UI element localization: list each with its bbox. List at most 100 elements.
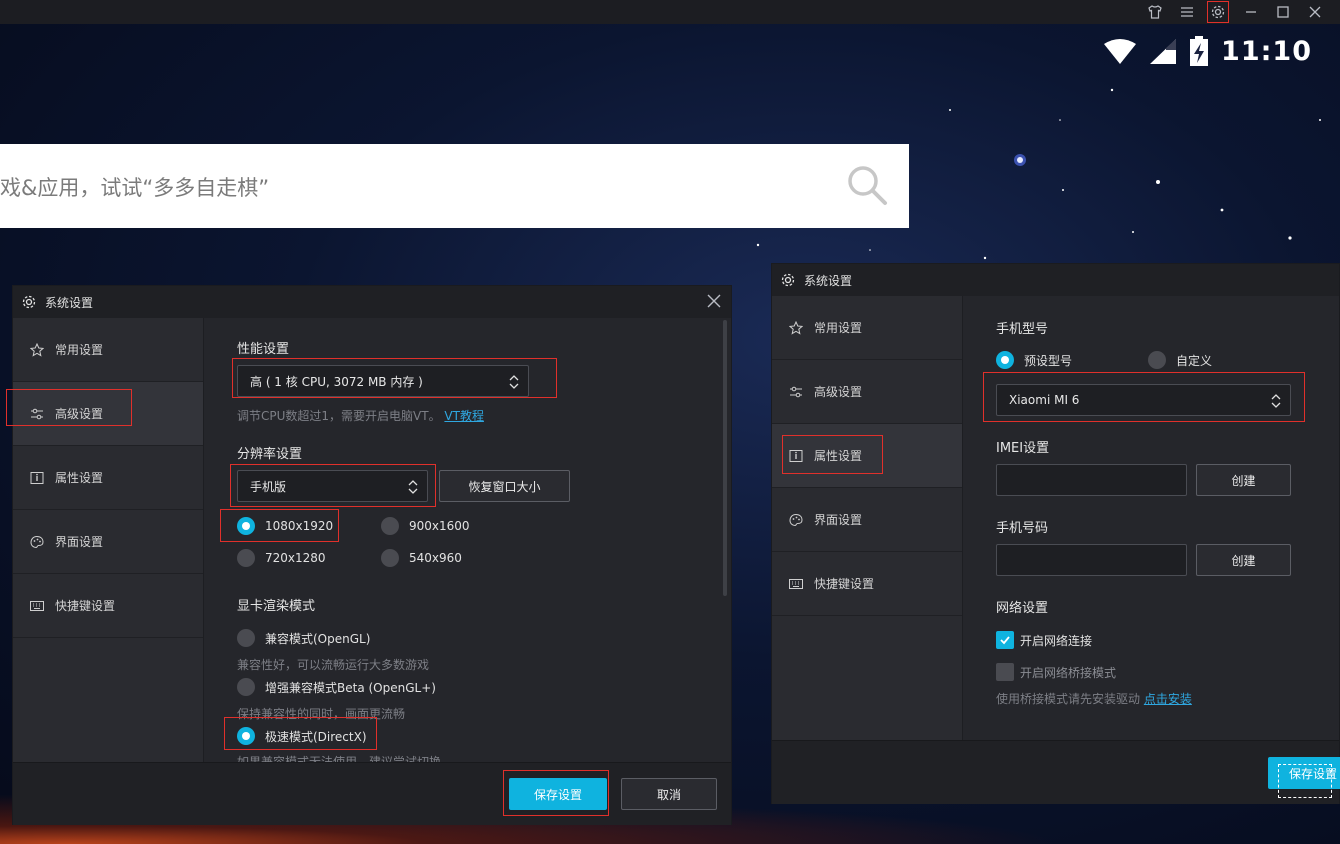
checkbox-box — [996, 663, 1014, 681]
radio-540x960[interactable]: 540x960 — [381, 549, 462, 567]
network-section-title: 网络设置 — [996, 601, 1049, 616]
checkbox-label: 开启网络连接 — [1020, 633, 1093, 648]
enable-network-checkbox[interactable]: 开启网络连接 — [996, 631, 1092, 649]
dialog-title: 系统设置 — [45, 295, 94, 310]
star-icon — [29, 342, 45, 358]
imei-input[interactable] — [996, 464, 1187, 496]
render-section-title: 显卡渲染模式 — [237, 599, 316, 614]
search-bar[interactable]: 戏&应用，试试“多多自走棋” — [0, 144, 909, 228]
sidebar-item-interface[interactable]: 界面设置 — [13, 510, 203, 574]
search-icon[interactable] — [846, 164, 888, 206]
emulator-title-bar — [0, 0, 1340, 24]
chevron-updown-icon — [509, 375, 519, 389]
radio-dot — [237, 517, 255, 535]
resolution-section-title: 分辨率设置 — [237, 447, 303, 462]
palette-icon — [29, 534, 45, 550]
radio-preset-model[interactable]: 预设型号 — [996, 351, 1072, 369]
sidebar-item-label: 高级设置 — [814, 385, 863, 399]
sidebar-item-shortcuts[interactable]: 快捷键设置 — [772, 552, 962, 616]
radio-opengl-plus[interactable]: 增强兼容模式Beta (OpenGL+) — [237, 678, 436, 696]
status-time: 11:10 — [1221, 35, 1312, 67]
phone-model-value: Xiaomi MI 6 — [1009, 393, 1080, 407]
chevron-updown-icon — [1271, 394, 1281, 408]
settings-sidebar: 常用设置 高级设置 属性设置 界面设置 快捷键设置 — [772, 296, 963, 740]
sidebar-item-label: 属性设置 — [55, 471, 104, 485]
sidebar-item-shortcuts[interactable]: 快捷键设置 — [13, 574, 203, 638]
perf-select[interactable]: 高 ( 1 核 CPU, 3072 MB 内存 ) — [237, 365, 529, 397]
install-driver-link[interactable]: 点击安装 — [1144, 692, 1192, 706]
sidebar-item-interface[interactable]: 界面设置 — [772, 488, 962, 552]
resolution-select-value: 手机版 — [250, 479, 287, 494]
radio-label: 540x960 — [409, 551, 462, 565]
sidebar-item-general[interactable]: 常用设置 — [772, 296, 962, 360]
radio-dot — [1148, 351, 1166, 369]
radio-1080x1920[interactable]: 1080x1920 — [237, 517, 333, 535]
sidebar-item-label: 属性设置 — [814, 449, 863, 463]
radio-label: 预设型号 — [1024, 353, 1073, 368]
radio-dot — [381, 549, 399, 567]
radio-label: 增强兼容模式Beta (OpenGL+) — [265, 680, 436, 695]
system-settings-dialog-properties: 系统设置 常用设置 高级设置 属性设置 界面设置 快捷键设置 手机型号 预设型号… — [771, 263, 1340, 804]
sidebar-item-properties[interactable]: 属性设置 — [13, 446, 203, 510]
sidebar-item-general[interactable]: 常用设置 — [13, 318, 203, 382]
maximize-icon[interactable] — [1273, 2, 1293, 22]
menu-icon[interactable] — [1177, 2, 1197, 22]
gear-icon — [22, 295, 36, 309]
radio-dot — [996, 351, 1014, 369]
scrollbar[interactable] — [723, 320, 727, 596]
settings-icon[interactable] — [1207, 1, 1229, 23]
radio-label: 1080x1920 — [265, 519, 334, 533]
radio-dot — [237, 678, 255, 696]
sidebar-item-label: 常用设置 — [55, 343, 104, 357]
sidebar-item-properties[interactable]: 属性设置 — [772, 424, 962, 488]
radio-dot — [381, 517, 399, 535]
vt-tutorial-link[interactable]: VT教程 — [444, 409, 484, 423]
dialog-footer — [772, 740, 1339, 804]
phone-number-input[interactable] — [996, 544, 1187, 576]
radio-dot — [237, 549, 255, 567]
create-phone-button[interactable]: 创建 — [1196, 544, 1291, 576]
sidebar-item-label: 快捷键设置 — [55, 599, 116, 613]
close-icon[interactable] — [705, 292, 723, 310]
bridge-hint: 使用桥接模式请先安装驱动 点击安装 — [996, 690, 1192, 707]
resolution-select[interactable]: 手机版 — [237, 470, 428, 502]
selection-box — [1278, 764, 1332, 798]
cancel-button[interactable]: 取消 — [621, 778, 717, 810]
radio-900x1600[interactable]: 900x1600 — [381, 517, 470, 535]
minimize-icon[interactable] — [1241, 2, 1261, 22]
radio-opengl[interactable]: 兼容模式(OpenGL) — [237, 629, 370, 647]
radio-custom-model[interactable]: 自定义 — [1148, 351, 1212, 369]
settings-sidebar: 常用设置 高级设置 属性设置 界面设置 快捷键设置 — [13, 318, 204, 762]
perf-hint-text: 调节CPU数超过1，需要开启电脑VT。 — [237, 409, 441, 423]
radio-label: 900x1600 — [409, 519, 470, 533]
bridge-mode-checkbox[interactable]: 开启网络桥接模式 — [996, 663, 1116, 681]
sidebar-item-label: 界面设置 — [814, 513, 863, 527]
radio-directx[interactable]: 极速模式(DirectX) — [237, 727, 367, 745]
checkbox-label: 开启网络桥接模式 — [1020, 665, 1117, 680]
radio-dot — [237, 629, 255, 647]
dialog-title-bar: 系统设置 — [772, 264, 1339, 296]
restore-window-size-button[interactable]: 恢复窗口大小 — [439, 470, 570, 502]
sliders-icon — [29, 406, 45, 422]
sliders-icon — [788, 384, 804, 400]
create-imei-button[interactable]: 创建 — [1196, 464, 1291, 496]
perf-hint: 调节CPU数超过1，需要开启电脑VT。 VT教程 — [237, 407, 484, 424]
wifi-icon — [1104, 39, 1137, 64]
phone-section-title: 手机号码 — [996, 521, 1049, 536]
phone-model-select[interactable]: Xiaomi MI 6 — [996, 384, 1291, 416]
close-icon[interactable] — [1305, 2, 1325, 22]
sidebar-item-advanced[interactable]: 高级设置 — [13, 382, 203, 446]
sidebar-item-label: 常用设置 — [814, 321, 863, 335]
keyboard-icon — [788, 576, 804, 592]
save-button[interactable]: 保存设置 — [509, 778, 607, 810]
sidebar-item-advanced[interactable]: 高级设置 — [772, 360, 962, 424]
shirt-icon[interactable] — [1145, 2, 1165, 22]
check-icon — [996, 631, 1014, 649]
signal-icon — [1150, 39, 1177, 64]
radio-720x1280[interactable]: 720x1280 — [237, 549, 326, 567]
chevron-updown-icon — [408, 480, 418, 494]
sidebar-item-label: 快捷键设置 — [814, 577, 875, 591]
dialog-title: 系统设置 — [804, 273, 853, 288]
battery-charging-icon — [1190, 36, 1209, 66]
gear-icon — [781, 273, 795, 287]
